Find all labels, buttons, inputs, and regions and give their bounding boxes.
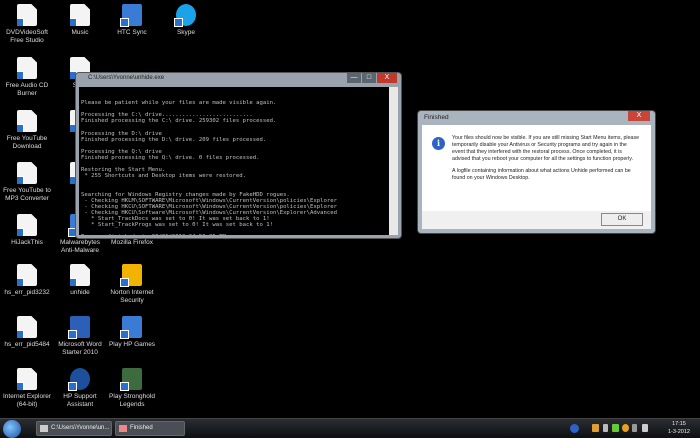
dialog-close-button[interactable]: X <box>628 111 650 121</box>
console-app-icon <box>40 425 48 432</box>
taskbar-item-label: C:\Users\Yvonne\un... <box>51 425 110 431</box>
console-title: C:\Users\Yvonne\unhide.exe <box>88 75 165 81</box>
dialog-body: i Your files should now be visible. If y… <box>422 125 651 211</box>
desktop-icon-microsoft-word-starter-2010[interactable]: Microsoft Word Starter 2010 <box>53 316 107 357</box>
taskbar-item-label: Finished <box>130 425 153 431</box>
doc-icon <box>17 214 37 236</box>
clock[interactable]: 17:15 1-3-2012 <box>668 420 690 436</box>
network-icon[interactable] <box>612 424 619 432</box>
help-tray-icon[interactable] <box>570 424 579 433</box>
dialog-title: Finished <box>424 114 449 121</box>
app-icon <box>120 316 142 339</box>
console-title-bar[interactable]: C:\Users\Yvonne\unhide.exe — □ X <box>76 73 401 86</box>
desktop-icon-label: Malwarebytes Anti-Malware <box>59 239 101 254</box>
desktop-icon-norton-internet-security[interactable]: Norton Internet Security <box>105 264 159 305</box>
desktop-icon-label: Mozilla Firefox <box>111 239 153 246</box>
doc-icon <box>70 264 90 286</box>
dialog-logfile-message: A logfile containing information about w… <box>452 168 631 181</box>
taskbar-item-console[interactable]: C:\Users\Yvonne\un... <box>36 421 112 436</box>
desktop-icon-hs-err-pid5484[interactable]: hs_err_pid5484 <box>0 316 54 349</box>
skype-icon <box>174 4 196 27</box>
console-window[interactable]: C:\Users\Yvonne\unhide.exe — □ X Please … <box>75 72 402 239</box>
norton-tray-icon[interactable] <box>592 424 599 432</box>
desktop-icon-label: HTC Sync <box>117 29 147 36</box>
desktop-icon-label: DVDVideoSoft Free Studio <box>6 29 48 44</box>
desktop-icon-music[interactable]: Music <box>53 4 107 37</box>
desktop-icon-label: Free Audio CD Burner <box>5 82 49 97</box>
update-tray-icon[interactable] <box>622 424 629 432</box>
dialog-footer: OK <box>422 211 651 229</box>
doc-icon <box>17 368 37 390</box>
clock-date: 1-3-2012 <box>667 429 690 435</box>
battery-icon[interactable] <box>632 424 637 432</box>
taskbar: C:\Users\Yvonne\un... Finished 17:15 1-3-… <box>0 418 700 438</box>
desktop-icon-label: hs_err_pid3232 <box>4 289 50 296</box>
desktop-icon-label: HiJackThis <box>11 239 43 246</box>
desktop-icon-label: HP Support Assistant <box>63 393 97 408</box>
doc-icon <box>17 57 37 79</box>
app-icon <box>120 4 142 27</box>
desktop-icon-label: Norton Internet Security <box>110 289 154 304</box>
dialog-title-bar[interactable]: Finished X <box>418 111 655 124</box>
dialog-message: Your files should now be visible. If you… <box>452 135 640 162</box>
clock-time: 17:15 <box>672 421 686 427</box>
desktop-icon-label: Skype <box>176 29 196 36</box>
maximize-button[interactable]: □ <box>362 73 376 83</box>
doc-icon <box>17 316 37 338</box>
desktop-icon-hijackthis[interactable]: HiJackThis <box>0 214 54 247</box>
desktop-icon-label: Play HP Games <box>108 341 156 348</box>
doc-icon <box>17 162 37 184</box>
start-button[interactable] <box>3 420 21 438</box>
desktop-icon-hp-support-assistant[interactable]: HP Support Assistant <box>53 368 107 409</box>
desktop-icon-label: hs_err_pid5484 <box>4 341 50 348</box>
help-icon <box>68 368 90 391</box>
minimize-button[interactable]: — <box>347 73 361 83</box>
finished-dialog[interactable]: Finished X i Your files should now be vi… <box>417 110 656 234</box>
desktop-icon-play-stronghold-legends[interactable]: Play Stronghold Legends <box>105 368 159 409</box>
console-scrollbar[interactable] <box>389 87 398 235</box>
desktop-icon-play-hp-games[interactable]: Play HP Games <box>105 316 159 349</box>
desktop-icon-skype[interactable]: Skype <box>159 4 213 37</box>
volume-icon[interactable] <box>603 424 608 432</box>
desktop-icon-label: Free YouTube to MP3 Converter <box>3 187 51 202</box>
desktop-icon-label: Music <box>71 29 89 36</box>
desktop-icon-label: unhide <box>70 289 90 296</box>
desktop-icon-label: Microsoft Word Starter 2010 <box>58 341 102 356</box>
desktop-icon-label: Internet Explorer (64-bit) <box>2 393 52 408</box>
console-output: Please be patient while your files are m… <box>79 87 398 235</box>
desktop-icon-unhide[interactable]: unhide <box>53 264 107 297</box>
info-icon: i <box>432 137 445 150</box>
desktop-icon-internet-explorer-64-bit-[interactable]: Internet Explorer (64-bit) <box>0 368 54 409</box>
desktop-icon-label: Free YouTube Download <box>6 135 48 150</box>
dialog-app-icon <box>119 425 127 432</box>
desktop-icon-free-audio-cd-burner[interactable]: Free Audio CD Burner <box>0 57 54 98</box>
norton-icon <box>120 264 142 287</box>
console-text: Please be patient while your files are m… <box>81 100 337 235</box>
desktop-icon-label: Play Stronghold Legends <box>109 393 155 408</box>
close-button[interactable]: X <box>377 73 397 83</box>
desktop-icon-htc-sync[interactable]: HTC Sync <box>105 4 159 37</box>
doc-icon <box>17 110 37 132</box>
action-center-icon[interactable] <box>642 424 648 432</box>
game-icon <box>120 368 142 391</box>
word-icon <box>68 316 90 339</box>
doc-icon <box>17 4 37 26</box>
doc-icon <box>17 264 37 286</box>
taskbar-item-finished[interactable]: Finished <box>115 421 185 436</box>
desktop-icon-free-youtube-download[interactable]: Free YouTube Download <box>0 110 54 151</box>
doc-icon <box>70 4 90 26</box>
ok-button[interactable]: OK <box>601 213 643 226</box>
desktop-icon-hs-err-pid3232[interactable]: hs_err_pid3232 <box>0 264 54 297</box>
desktop-icon-free-youtube-to-mp3-converter[interactable]: Free YouTube to MP3 Converter <box>0 162 54 203</box>
desktop-icon-dvdvideosoft-free-studio[interactable]: DVDVideoSoft Free Studio <box>0 4 54 45</box>
